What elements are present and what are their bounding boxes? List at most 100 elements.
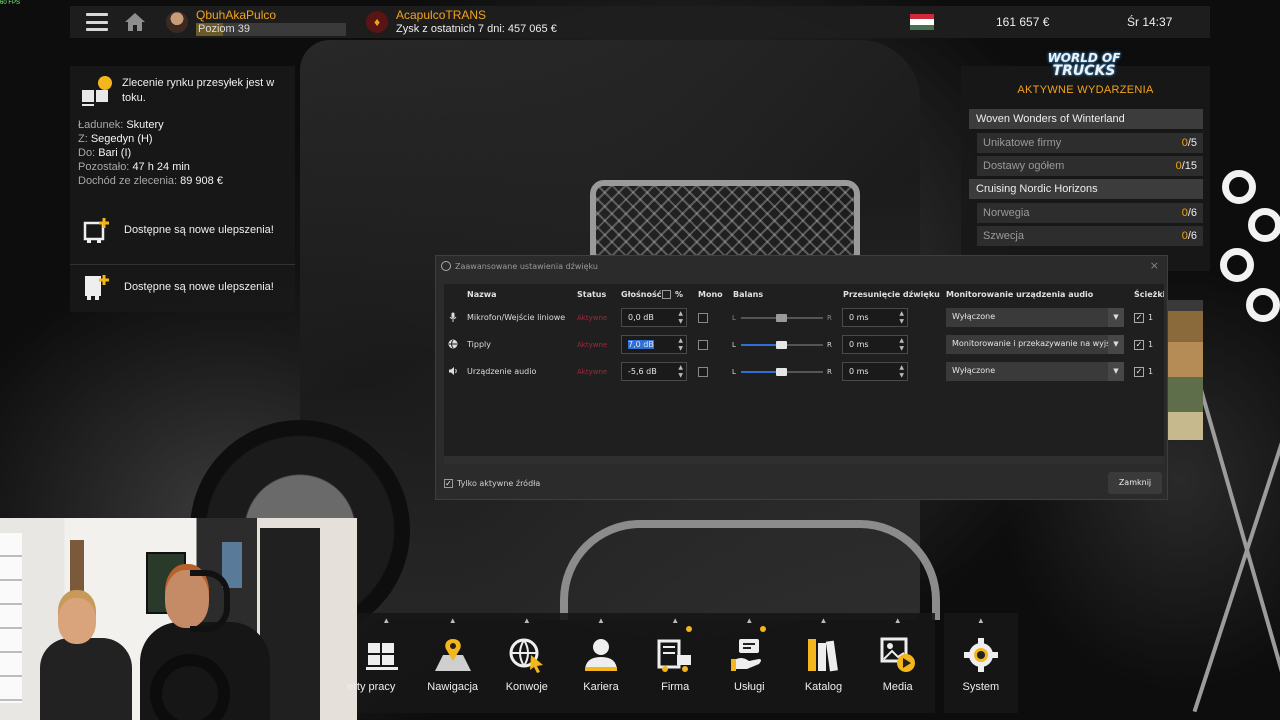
hand-service-icon: [731, 639, 762, 671]
header-name: Nazwa: [467, 290, 497, 299]
notification-panel: Zlecenie rynku przesyłek jest w toku. Ła…: [70, 66, 295, 312]
events-panel: WORLD OF TRUCKS AKTYWNE WYDARZENIA Woven…: [961, 52, 1210, 271]
monitoring-dropdown[interactable]: Wyłączone ▼: [946, 308, 1124, 327]
header-status: Status: [577, 290, 607, 299]
upgrade-label: Dostępne są nowe ulepszenia!: [124, 280, 274, 293]
cargo-value: Skutery: [126, 119, 164, 131]
menu-company[interactable]: ▲ Firma: [638, 613, 713, 713]
top-bar: QbuhAkaPulco Poziom 39 ♦ AcapulcoTRANS Z…: [70, 6, 1210, 38]
monitoring-dropdown[interactable]: Wyłączone ▼: [946, 362, 1124, 381]
source-status: Aktywne: [577, 341, 608, 349]
chevron-down-icon: ▼: [1108, 362, 1124, 381]
bottom-menu-bar: ▲ erty pracy ▲ Nawigacja ▲ Konwoje ▲ Kar…: [347, 613, 1018, 720]
volume-spinbox[interactable]: 7,0 dB ▲ ▼: [621, 335, 687, 354]
mono-checkbox[interactable]: [698, 367, 708, 377]
active-only-label: Tylko aktywne źródła: [457, 479, 541, 488]
menu-career[interactable]: ▲ Kariera: [563, 613, 639, 713]
company-name: AcapulcoTRANS: [396, 7, 487, 22]
balance-slider[interactable]: [741, 341, 823, 349]
volume-spinbox[interactable]: -5,6 dB ▲ ▼: [621, 362, 687, 381]
player-info[interactable]: QbuhAkaPulco Poziom 39: [196, 7, 346, 36]
event-progress-row: Norwegia 0/6: [977, 203, 1203, 223]
source-name: Urządzenie audio: [467, 367, 537, 376]
home-icon[interactable]: [124, 12, 146, 32]
sync-offset-spinbox[interactable]: 0 ms ▲ ▼: [842, 308, 908, 327]
track-checkbox[interactable]: ✓: [1134, 340, 1144, 350]
sync-offset-spinbox[interactable]: 0 ms ▲ ▼: [842, 362, 908, 381]
chevron-up-icon: ▲: [893, 616, 902, 625]
audio-source-row: Mikrofon/Wejście liniowe Aktywne 0,0 dB …: [444, 306, 1164, 330]
mono-checkbox[interactable]: [698, 340, 708, 350]
chevron-up-icon: ▲: [382, 616, 391, 625]
horizontal-scrollbar[interactable]: [444, 456, 1164, 464]
close-icon[interactable]: ×: [1150, 259, 1159, 272]
chevron-up-icon: ▲: [671, 616, 680, 625]
cargo-market-icon: [82, 76, 112, 106]
money-balance: 161 657 €: [996, 15, 1050, 29]
truck-bullbar: [560, 520, 940, 620]
sync-offset-spinbox[interactable]: 0 ms ▲ ▼: [842, 335, 908, 354]
chevron-down-icon: ▼: [1108, 308, 1124, 327]
source-name: Mikrofon/Wejście liniowe: [467, 313, 566, 322]
truck-board-icon: [657, 639, 692, 672]
hamburger-menu-icon[interactable]: [86, 13, 108, 31]
event-title[interactable]: Woven Wonders of Winterland: [969, 109, 1203, 129]
monitoring-dropdown[interactable]: Monitorowanie i przekazywanie na wyjście…: [946, 335, 1124, 354]
source-status: Aktywne: [577, 368, 608, 376]
income-value: 89 908 €: [180, 175, 223, 187]
remaining-value: 47 h 24 min: [132, 161, 190, 173]
studio-tripod: [1192, 387, 1280, 713]
company-profit: Zysk z ostatnich 7 dni: 457 065 €: [396, 22, 557, 35]
menu-job-offers[interactable]: ▲ erty pracy: [347, 613, 416, 713]
header-sync-offset: Przesunięcie dźwięku: [843, 290, 940, 299]
menu-convoys[interactable]: ▲ Konwoje: [489, 613, 564, 713]
source-name: Tipply: [467, 340, 491, 349]
company-info[interactable]: AcapulcoTRANS Zysk z ostatnich 7 dni: 45…: [396, 7, 557, 36]
balance-slider[interactable]: [741, 314, 823, 322]
menu-services[interactable]: ▲ Usługi: [712, 613, 787, 713]
notification-dot: [686, 626, 693, 632]
microphone-icon: [449, 312, 457, 322]
header-mono: Mono: [698, 290, 723, 299]
header-percent: %: [675, 290, 684, 299]
job-title: Zlecenie rynku przesyłek jest w toku.: [122, 77, 275, 104]
active-sources-only-option[interactable]: ✓ Tylko aktywne źródła: [444, 479, 540, 488]
media-icon: [880, 637, 915, 672]
upgrade-notification[interactable]: Dostępne są nowe ulepszenia!: [70, 208, 295, 252]
event-progress-row: Dostawy ogółem 0/15: [977, 156, 1203, 176]
dialog-title: Zaawansowane ustawienia dźwięku: [455, 261, 598, 271]
menu-label: erty pracy: [347, 681, 396, 693]
balance-slider[interactable]: [741, 368, 823, 376]
events-heading: AKTYWNE WYDARZENIA: [1017, 84, 1154, 96]
studio-tripod: [1198, 386, 1280, 714]
player-name: QbuhAkaPulco: [196, 7, 277, 22]
dialog-titlebar[interactable]: Zaawansowane ustawienia dźwięku: [436, 256, 1167, 276]
event-progress-row: Szwecja 0/6: [977, 226, 1203, 246]
menu-system[interactable]: ▲ System: [943, 613, 1018, 713]
menu-label: Konwoje: [505, 681, 548, 693]
volume-spinbox[interactable]: 0,0 dB ▲ ▼: [621, 308, 687, 327]
notification-dot: [760, 626, 767, 632]
mono-checkbox[interactable]: [698, 313, 708, 323]
job-notification[interactable]: Zlecenie rynku przesyłek jest w toku.: [70, 66, 295, 106]
header-volume: Głośność: [621, 290, 662, 299]
track-checkbox[interactable]: ✓: [1134, 313, 1144, 323]
globe-cursor-icon: [509, 638, 543, 673]
upgrade-notification[interactable]: Dostępne są nowe ulepszenia!: [70, 264, 295, 308]
track-checkbox[interactable]: ✓: [1134, 367, 1144, 377]
world-of-trucks-logo: WORLD OF TRUCKS: [1047, 51, 1121, 79]
chevron-down-icon: ▼: [1108, 335, 1124, 354]
percent-checkbox[interactable]: [662, 290, 671, 299]
menu-catalog[interactable]: ▲ Katalog: [786, 613, 861, 713]
menu-media[interactable]: ▲ Media: [860, 613, 935, 713]
close-button[interactable]: Zamknij: [1108, 472, 1162, 494]
menu-navigation[interactable]: ▲ Nawigacja: [415, 613, 490, 713]
header-balance: Balans: [733, 290, 764, 299]
browser-source-icon: [448, 339, 458, 349]
menu-label: Media: [882, 681, 913, 693]
active-only-checkbox[interactable]: ✓: [444, 479, 453, 488]
player-avatar[interactable]: [166, 11, 188, 33]
event-promo-image[interactable]: [1167, 300, 1203, 440]
company-logo-icon[interactable]: ♦: [366, 11, 388, 33]
event-title[interactable]: Cruising Nordic Horizons: [969, 179, 1203, 199]
